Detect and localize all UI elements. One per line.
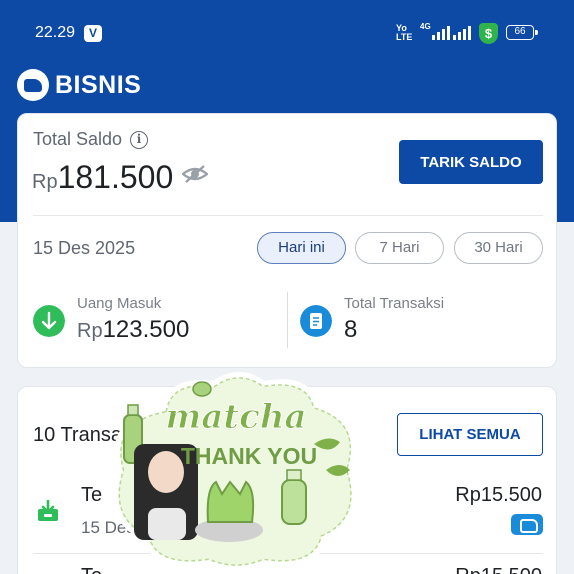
transaction-amount: Rp15.500 [455,484,542,506]
divider [33,215,543,216]
shield-icon: $ [479,23,498,44]
signal-strength-icon-2 [453,26,471,40]
lte-badge: 4G [420,22,431,31]
signal-strength-icon [432,26,450,40]
stat-divider [287,292,288,348]
see-all-button[interactable]: LIHAT SEMUA [397,413,543,456]
status-time: 22.29 [35,24,76,41]
transaction-amount-2: Rp15.500 [455,565,542,574]
balance-currency: Rp [32,171,58,193]
eye-hide-icon[interactable] [182,165,208,183]
transactions-count: 8 [344,316,358,343]
brand-header: BISNIS [17,68,141,102]
brand-name: BISNIS [55,70,142,99]
filter-today[interactable]: Hari ini [257,232,346,264]
date-label: 15 Des 2025 [33,238,136,258]
bisnis-logo-icon [17,69,49,101]
info-icon[interactable]: i [130,130,149,149]
battery-icon: 66 [506,25,538,40]
transaction-name-2[interactable]: Te [81,565,102,574]
sticker-thank-you-text: THANK YOU [181,443,317,469]
filter-30-days[interactable]: 30 Hari [454,232,543,264]
transaction-name[interactable]: Te [81,484,102,507]
incoming-amount: 123.500 [102,316,190,343]
total-balance-label: Total Saldo [33,129,123,149]
network-type-label: Yo LTE [396,23,413,42]
incoming-currency: Rp [77,320,103,342]
sticker-matcha-text: matcha [165,397,306,437]
payment-method-icon [511,514,543,535]
balance-amount: 181.500 [57,159,174,195]
incoming-label: Uang Masuk [77,295,162,312]
total-balance-label-row: Total Saldo i [33,129,149,150]
vpn-icon: V [84,25,102,42]
filter-7-days[interactable]: 7 Hari [355,232,444,264]
withdraw-button[interactable]: TARIK SALDO [399,140,543,184]
status-bar: 22.29 V Yo LTE 4G $ 66 [0,0,574,66]
matcha-thank-you-sticker: matcha THANK YOU [112,372,358,570]
incoming-amount-row: Rp123.500 [77,316,189,344]
money-in-icon [38,500,58,521]
balance-amount-row: Rp 181.500 [32,159,173,196]
balance-card: Total Saldo i Rp 181.500 TARIK SALDO 15 … [17,113,557,368]
transactions-label: Total Transaksi [344,295,445,312]
receipt-icon [300,305,332,337]
arrow-down-icon [33,305,65,337]
